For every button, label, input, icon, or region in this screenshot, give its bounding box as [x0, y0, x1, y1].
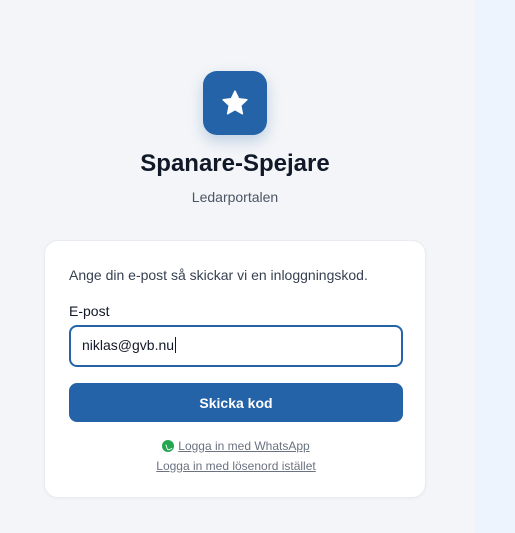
app-subtitle: Ledarportalen — [191, 189, 279, 205]
password-login-row: Logga in med lösenord istället — [45, 459, 427, 473]
email-field-value: niklas@gvb.nu — [82, 337, 177, 353]
email-value-text: niklas@gvb.nu — [82, 337, 175, 353]
whatsapp-icon — [162, 440, 175, 452]
side-panel-edge — [475, 0, 515, 533]
password-login-link[interactable]: Logga in med lösenord istället — [156, 459, 315, 473]
send-code-button[interactable]: Skicka kod — [69, 383, 403, 422]
email-label: E-post — [69, 303, 110, 319]
whatsapp-login-link[interactable]: Logga in med WhatsApp — [178, 439, 309, 453]
star-icon — [222, 90, 248, 115]
app-title: Spanare-Spejare — [140, 150, 330, 177]
login-instructions: Ange din e-post så skickar vi en inloggn… — [69, 267, 368, 283]
login-card: Ange din e-post så skickar vi en inloggn… — [44, 240, 426, 498]
text-caret — [175, 337, 177, 353]
whatsapp-login-row: Logga in med WhatsApp — [45, 439, 427, 453]
app-logo — [203, 71, 267, 135]
